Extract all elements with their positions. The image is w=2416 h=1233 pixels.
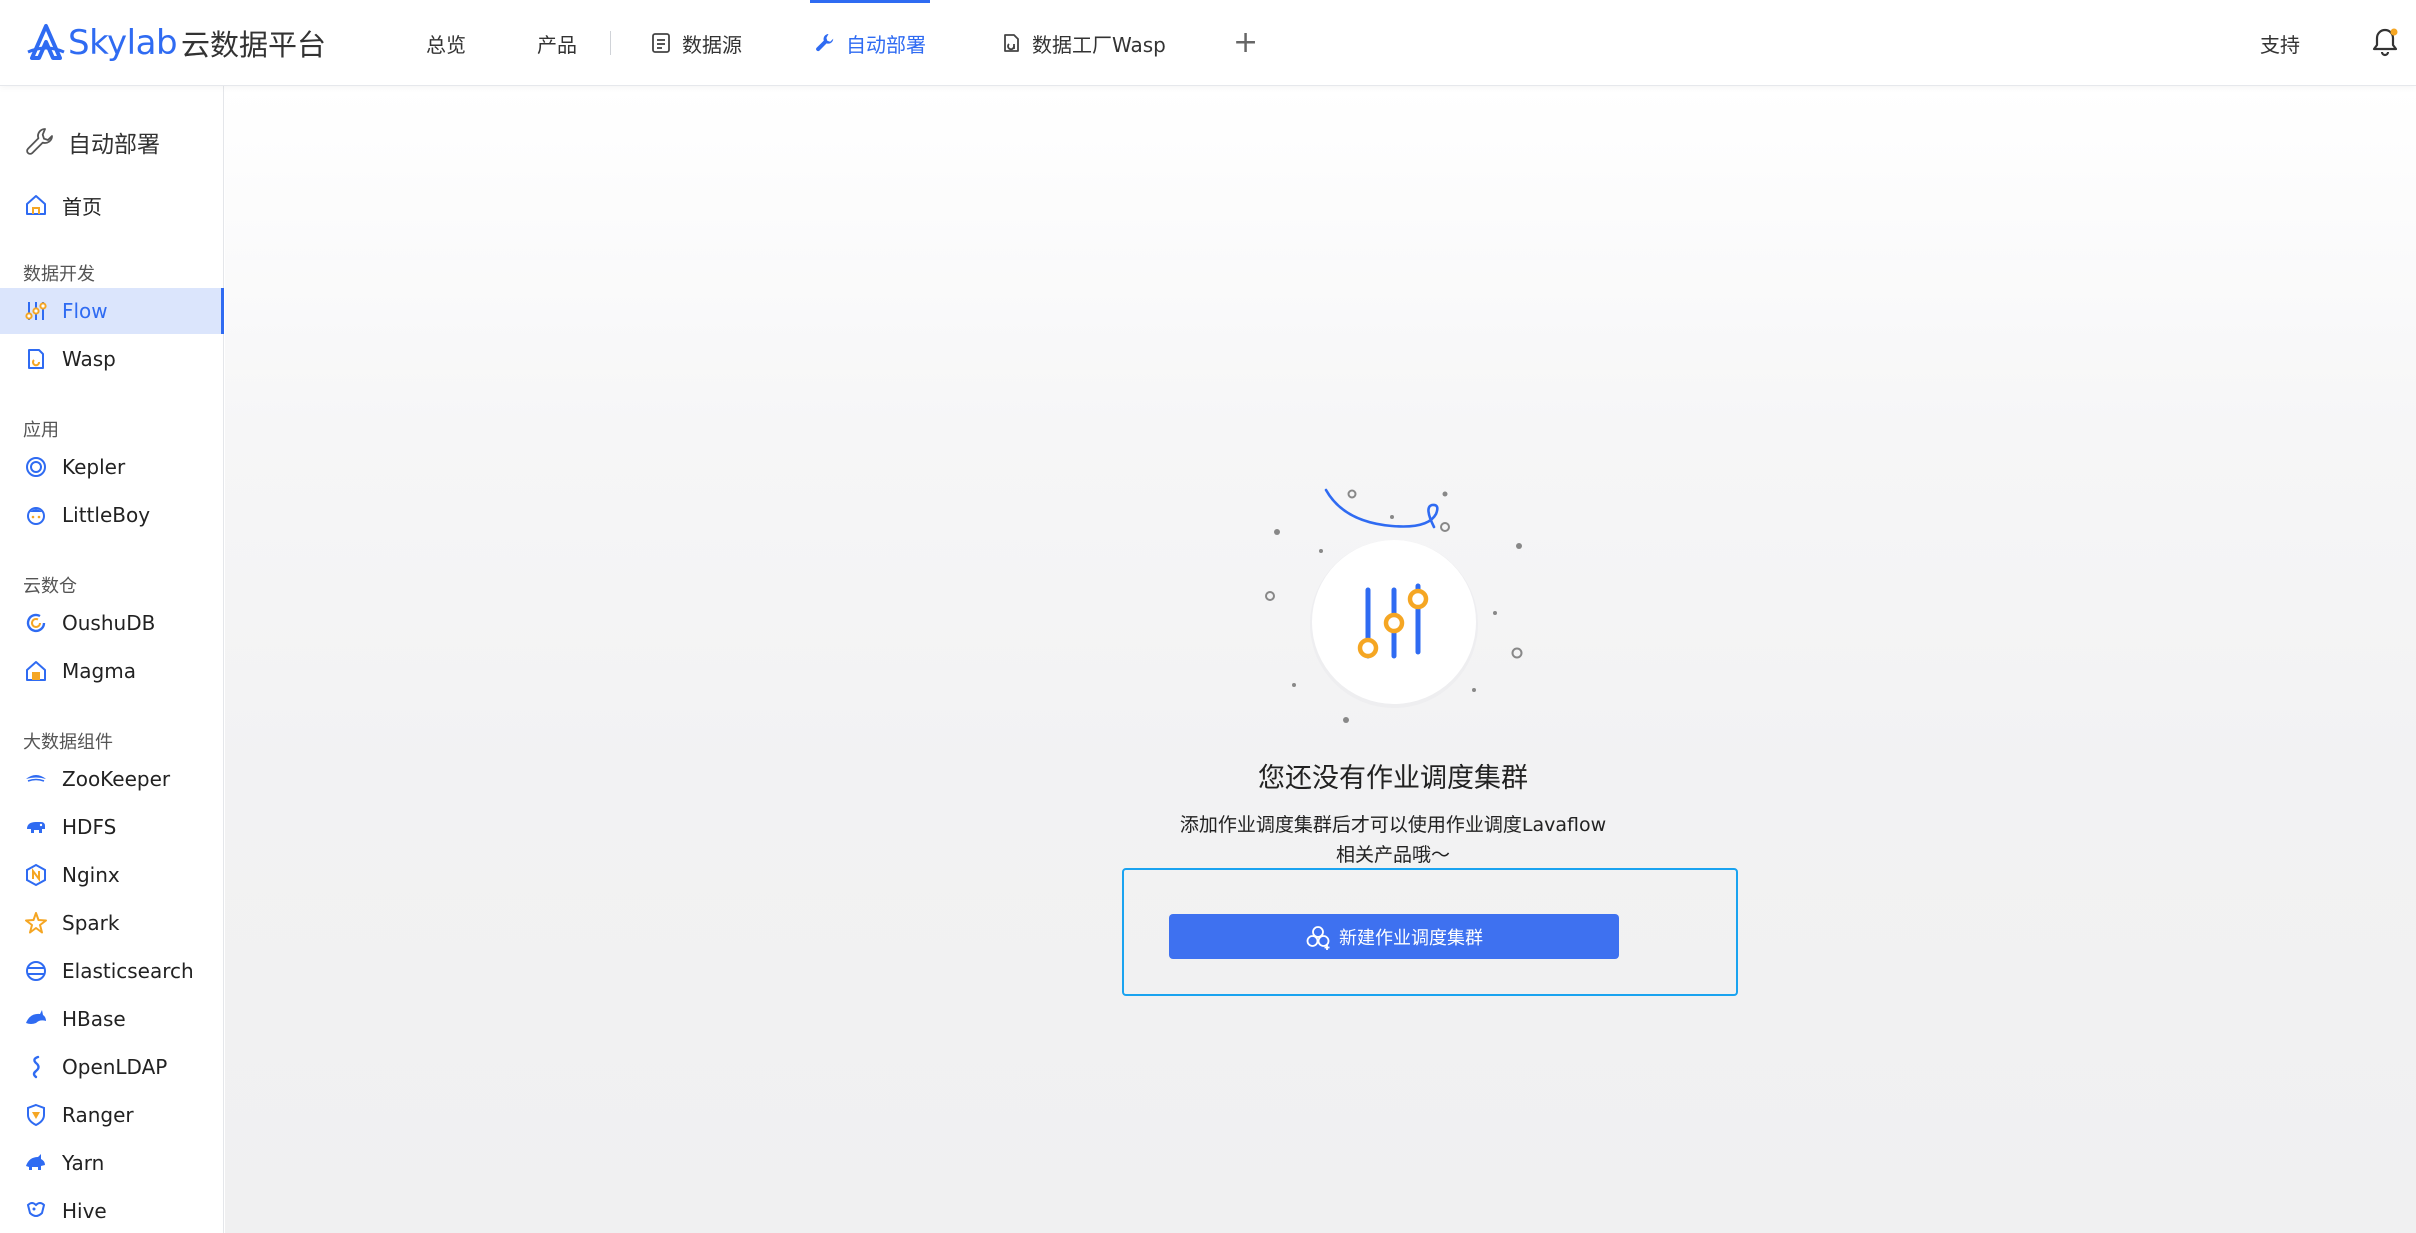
top-navigation-bar: Skylab 云数据平台 总览 产品 数据源 自动部署 数据工厂Wasp + 支…	[0, 0, 2416, 86]
sidebar-item-hdfs-label: HDFS	[62, 815, 117, 839]
sidebar-item-kepler-label: Kepler	[62, 455, 126, 479]
document-icon	[650, 32, 672, 54]
wasp-icon	[1000, 32, 1022, 54]
nav-auto-deploy-label: 自动部署	[846, 32, 926, 57]
add-tab-plus-icon[interactable]: +	[1233, 26, 1258, 60]
sidebar-item-hbase-label: HBase	[62, 1007, 126, 1031]
elasticsearch-globe-icon	[24, 959, 48, 983]
yarn-cat-icon	[24, 1151, 48, 1175]
nav-divider	[610, 31, 611, 55]
sidebar-group-apps: 应用	[23, 420, 59, 441]
nav-products[interactable]: 产品	[537, 0, 577, 86]
sidebar-title: 自动部署	[24, 122, 160, 162]
hive-bee-icon	[24, 1199, 48, 1223]
nav-overview[interactable]: 总览	[426, 0, 466, 86]
nav-products-label: 产品	[537, 32, 577, 57]
zookeeper-icon	[24, 767, 48, 791]
sidebar-item-elasticsearch[interactable]: Elasticsearch	[0, 948, 224, 994]
sidebar-item-littleboy-label: LittleBoy	[62, 503, 151, 527]
sidebar-item-oushudb-label: OushuDB	[62, 611, 156, 635]
home-icon	[24, 193, 48, 217]
wrench-outline-icon	[26, 128, 53, 155]
sidebar-item-openldap-label: OpenLDAP	[62, 1055, 168, 1079]
sidebar-item-home[interactable]: 首页	[0, 182, 224, 228]
nav-datasource-label: 数据源	[682, 32, 742, 57]
sidebar-group-cloud-warehouse: 云数仓	[23, 576, 77, 597]
sidebar-item-yarn[interactable]: Yarn	[0, 1140, 224, 1186]
sidebar-group-data-dev: 数据开发	[23, 264, 95, 285]
empty-state-title: 您还没有作业调度集群	[1258, 763, 1528, 794]
empty-state-description: 添加作业调度集群后才可以使用作业调度Lavaflow 相关产品哦～	[1150, 810, 1636, 870]
sidebar-item-zookeeper-label: ZooKeeper	[62, 767, 171, 791]
nginx-hexagon-icon	[24, 863, 48, 887]
sidebar-item-hive[interactable]: Hive	[0, 1188, 224, 1233]
empty-state-illustration	[1252, 480, 1532, 730]
create-scheduling-cluster-button[interactable]: 新建作业调度集群	[1169, 914, 1619, 959]
sidebar-item-nginx[interactable]: Nginx	[0, 852, 224, 898]
wrench-icon	[814, 32, 836, 54]
product-name: 云数据平台	[181, 28, 327, 62]
support-link[interactable]: 支持	[2260, 29, 2300, 58]
sidebar-item-oushudb[interactable]: OushuDB	[0, 600, 224, 646]
sidebar: 自动部署 首页 数据开发 Flow Wasp 应用 Kepler LittleB…	[0, 86, 224, 1233]
sidebar-item-magma-label: Magma	[62, 659, 136, 683]
flow-sliders-icon	[24, 299, 48, 323]
sidebar-item-magma[interactable]: Magma	[0, 648, 224, 694]
sidebar-item-spark-label: Spark	[62, 911, 120, 935]
nav-wasp-label: 数据工厂Wasp	[1032, 32, 1166, 57]
hdfs-elephant-icon	[24, 815, 48, 839]
cluster-add-icon	[1306, 925, 1330, 950]
empty-state-description-line2: 相关产品哦～	[1335, 844, 1450, 866]
sidebar-title-label: 自动部署	[68, 132, 160, 158]
littleboy-face-icon	[24, 503, 48, 527]
sidebar-item-home-label: 首页	[62, 194, 102, 219]
brand-logo[interactable]: Skylab 云数据平台	[26, 20, 326, 66]
sidebar-item-hive-label: Hive	[62, 1199, 107, 1223]
sidebar-item-yarn-label: Yarn	[62, 1151, 105, 1175]
kepler-ring-icon	[24, 455, 48, 479]
wasp-icon	[24, 347, 48, 371]
sidebar-item-hbase[interactable]: HBase	[0, 996, 224, 1042]
sidebar-item-openldap[interactable]: OpenLDAP	[0, 1044, 224, 1090]
sidebar-group-bigdata: 大数据组件	[23, 732, 113, 753]
skylab-logo-icon	[27, 24, 65, 60]
ranger-shield-icon	[24, 1103, 48, 1127]
nav-datasource[interactable]: 数据源	[650, 0, 742, 86]
sidebar-item-littleboy[interactable]: LittleBoy	[0, 492, 224, 538]
sidebar-item-wasp-label: Wasp	[62, 347, 116, 371]
sidebar-item-spark[interactable]: Spark	[0, 900, 224, 946]
sidebar-item-wasp[interactable]: Wasp	[0, 336, 224, 382]
sidebar-item-hdfs[interactable]: HDFS	[0, 804, 224, 850]
sidebar-item-kepler[interactable]: Kepler	[0, 444, 224, 490]
sidebar-item-elasticsearch-label: Elasticsearch	[62, 959, 194, 983]
sliders-icon	[1265, 488, 1523, 723]
hbase-orca-icon	[24, 1007, 48, 1031]
magma-house-icon	[24, 659, 48, 683]
nav-auto-deploy[interactable]: 自动部署	[810, 0, 930, 86]
openldap-worm-icon	[24, 1055, 48, 1079]
sidebar-item-zookeeper[interactable]: ZooKeeper	[0, 756, 224, 802]
logo-text: Skylab	[68, 23, 178, 63]
nav-wasp[interactable]: 数据工厂Wasp	[1000, 0, 1166, 86]
spark-star-icon	[24, 911, 48, 935]
sidebar-item-flow[interactable]: Flow	[0, 288, 224, 334]
empty-state-description-line1: 添加作业调度集群后才可以使用作业调度Lavaflow	[1179, 814, 1607, 836]
sidebar-item-ranger[interactable]: Ranger	[0, 1092, 224, 1138]
sidebar-item-flow-label: Flow	[62, 299, 108, 323]
sidebar-item-nginx-label: Nginx	[62, 863, 120, 887]
notification-bell-icon[interactable]	[2370, 26, 2400, 58]
create-scheduling-cluster-label: 新建作业调度集群	[1339, 927, 1483, 949]
nav-overview-label: 总览	[426, 32, 466, 57]
sidebar-item-ranger-label: Ranger	[62, 1103, 134, 1127]
oushudb-swirl-icon	[24, 611, 48, 635]
